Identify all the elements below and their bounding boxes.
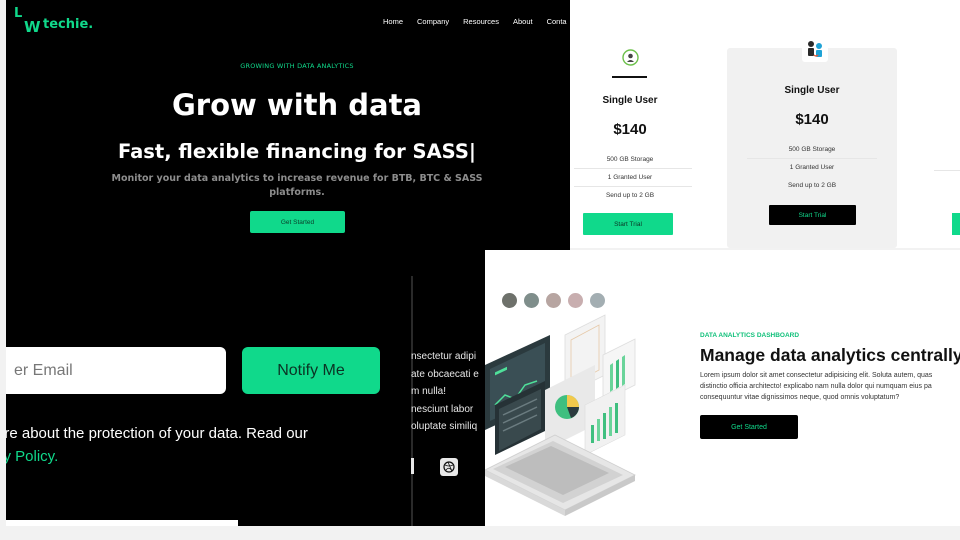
feature-divider bbox=[574, 168, 692, 169]
hero-eyebrow: GROWING WITH DATA ANALYTICS bbox=[240, 62, 354, 70]
feature-eyebrow: DATA ANALYTICS DASHBOARD bbox=[700, 332, 800, 339]
feature-description: Lorem ipsum dolor sit amet consectetur a… bbox=[700, 370, 960, 403]
dashboard-feature-section: DATA ANALYTICS DASHBOARD Manage data ana… bbox=[485, 250, 960, 526]
privacy-policy-link[interactable]: cy Policy. bbox=[6, 445, 356, 468]
plan-feature: 500 GB Storage bbox=[788, 146, 836, 153]
hero-section: L W techie. Home Company Resources About… bbox=[6, 0, 570, 270]
footer-text-column: nsectetur adipi ate obcaecati e m nulla!… bbox=[411, 348, 485, 436]
logo-letter-l: L bbox=[14, 6, 23, 21]
feature-divider bbox=[747, 158, 877, 159]
email-input[interactable] bbox=[6, 347, 226, 394]
pricing-section: Single User $140 500 GB Storage 1 Grante… bbox=[570, 0, 960, 248]
hero-get-started-button[interactable]: Get Started bbox=[250, 211, 345, 233]
footer-text-line: oluptate similiq bbox=[411, 421, 478, 432]
plan-feature: 1 Granted User bbox=[607, 174, 653, 181]
footer-text-line: ate obcaecati e bbox=[411, 368, 479, 380]
feature-divider bbox=[574, 186, 692, 187]
plan-feature: Send up to 2 GB bbox=[787, 182, 837, 189]
plan-user-icon bbox=[622, 49, 639, 66]
plan-feature: Send up to 2 GB bbox=[605, 192, 655, 199]
notify-me-button[interactable]: Notify Me bbox=[242, 347, 380, 394]
plan-price: $140 bbox=[795, 111, 829, 128]
logo-text: techie. bbox=[43, 17, 94, 32]
hero-subtitle: Fast, flexible financing for SASS| bbox=[117, 140, 477, 163]
feature-title: Manage data analytics centrally bbox=[700, 345, 960, 365]
feature-description-line: Lorem ipsum dolor sit amet consectetur a… bbox=[700, 372, 933, 379]
plan-price: $140 bbox=[613, 121, 647, 138]
hero-description: Monitor your data analytics to increase … bbox=[111, 173, 483, 198]
footer-text-line: m nulla! bbox=[411, 386, 447, 397]
start-trial-button[interactable]: Start Trial bbox=[769, 205, 856, 225]
brand-logo[interactable]: L W techie. bbox=[14, 6, 104, 36]
pricing-card: Single User $140 500 GB Storage 1 Grante… bbox=[570, 0, 695, 248]
team-users-icon bbox=[802, 36, 828, 62]
start-trial-button[interactable]: Start Trial bbox=[583, 213, 673, 235]
nav-item-contact[interactable]: Conta bbox=[547, 17, 567, 26]
newsletter-section: Notify Me are about the protection of yo… bbox=[6, 270, 485, 526]
feature-description-line: consequuntur vitae dignissimos neque, qu… bbox=[700, 394, 900, 401]
footer-text-line: nesciunt labor bbox=[411, 403, 474, 415]
privacy-notice: are about the protection of your data. R… bbox=[6, 422, 356, 468]
hero-title: Grow with data bbox=[171, 88, 422, 122]
footer-text-line: nsectetur adipi bbox=[411, 351, 477, 362]
nav-item-company[interactable]: Company bbox=[417, 17, 449, 26]
logo-letter-w: W bbox=[24, 18, 41, 36]
start-trial-button-partial[interactable] bbox=[952, 213, 960, 235]
bottom-strip bbox=[6, 520, 238, 526]
feature-description-line: distinctio officia architecto! explicabo… bbox=[700, 383, 932, 390]
plan-underline bbox=[612, 76, 647, 78]
plan-name: Single User bbox=[602, 95, 658, 106]
nav-item-about[interactable]: About bbox=[513, 17, 533, 26]
nav-item-home[interactable]: Home bbox=[383, 17, 403, 26]
social-icon[interactable] bbox=[411, 458, 414, 474]
pricing-card-featured: Single User $140 500 GB Storage 1 Grante… bbox=[727, 36, 897, 248]
plan-feature: 1 Granted User bbox=[789, 164, 835, 171]
privacy-text: are about the protection of your data. R… bbox=[6, 425, 308, 442]
feature-divider bbox=[934, 170, 960, 171]
analytics-laptop-illustration bbox=[485, 314, 636, 516]
nav-item-resources[interactable]: Resources bbox=[463, 17, 499, 26]
dribbble-icon[interactable] bbox=[440, 458, 458, 476]
top-nav: Home Company Resources About Conta bbox=[383, 17, 570, 26]
plan-name: Single User bbox=[784, 85, 840, 96]
feature-get-started-button[interactable]: Get Started bbox=[700, 415, 798, 439]
plan-feature: 500 GB Storage bbox=[606, 156, 654, 163]
